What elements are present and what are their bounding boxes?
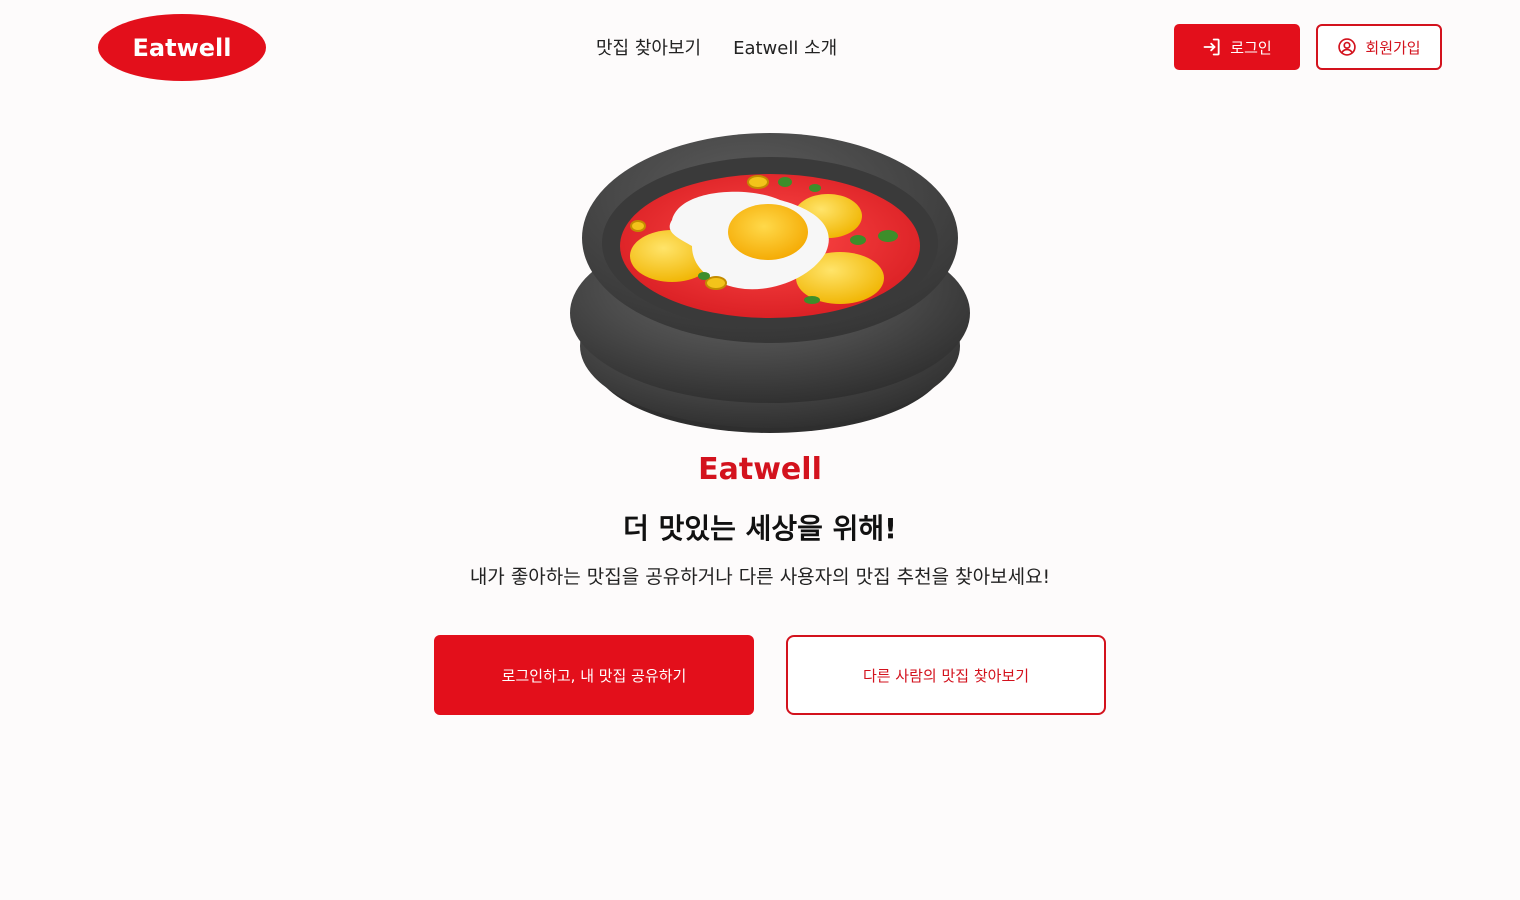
logo-text: Eatwell xyxy=(132,33,232,62)
login-share-button[interactable]: 로그인하고, 내 맛집 공유하기 xyxy=(434,635,754,715)
hero-subline: 내가 좋아하는 맛집을 공유하거나 다른 사용자의 맛집 추천을 찾아보세요! xyxy=(469,566,1051,588)
hero-brand: Eatwell xyxy=(698,452,822,487)
signup-label: 회원가입 xyxy=(1365,38,1421,57)
stew-bowl-illustration xyxy=(560,128,980,440)
nav-item-find-restaurants[interactable]: 맛집 찾아보기 xyxy=(596,34,701,60)
browse-others-button[interactable]: 다른 사람의 맛집 찾아보기 xyxy=(786,635,1106,715)
login-button[interactable]: 로그인 xyxy=(1174,24,1300,70)
user-circle-icon xyxy=(1337,37,1357,57)
nav-item-about[interactable]: Eatwell 소개 xyxy=(733,34,837,60)
login-label: 로그인 xyxy=(1230,38,1272,57)
signup-button[interactable]: 회원가입 xyxy=(1316,24,1442,70)
hero-headline: 더 맛있는 세상을 위해! xyxy=(623,512,897,545)
login-icon xyxy=(1202,37,1222,57)
site-header: Eatwell 맛집 찾아보기 Eatwell 소개 로그인 회원가입 xyxy=(0,0,1520,96)
main-nav: 맛집 찾아보기 Eatwell 소개 xyxy=(596,34,837,60)
logo[interactable]: Eatwell xyxy=(98,14,266,81)
login-share-label: 로그인하고, 내 맛집 공유하기 xyxy=(501,666,687,685)
browse-others-label: 다른 사람의 맛집 찾아보기 xyxy=(862,666,1030,685)
